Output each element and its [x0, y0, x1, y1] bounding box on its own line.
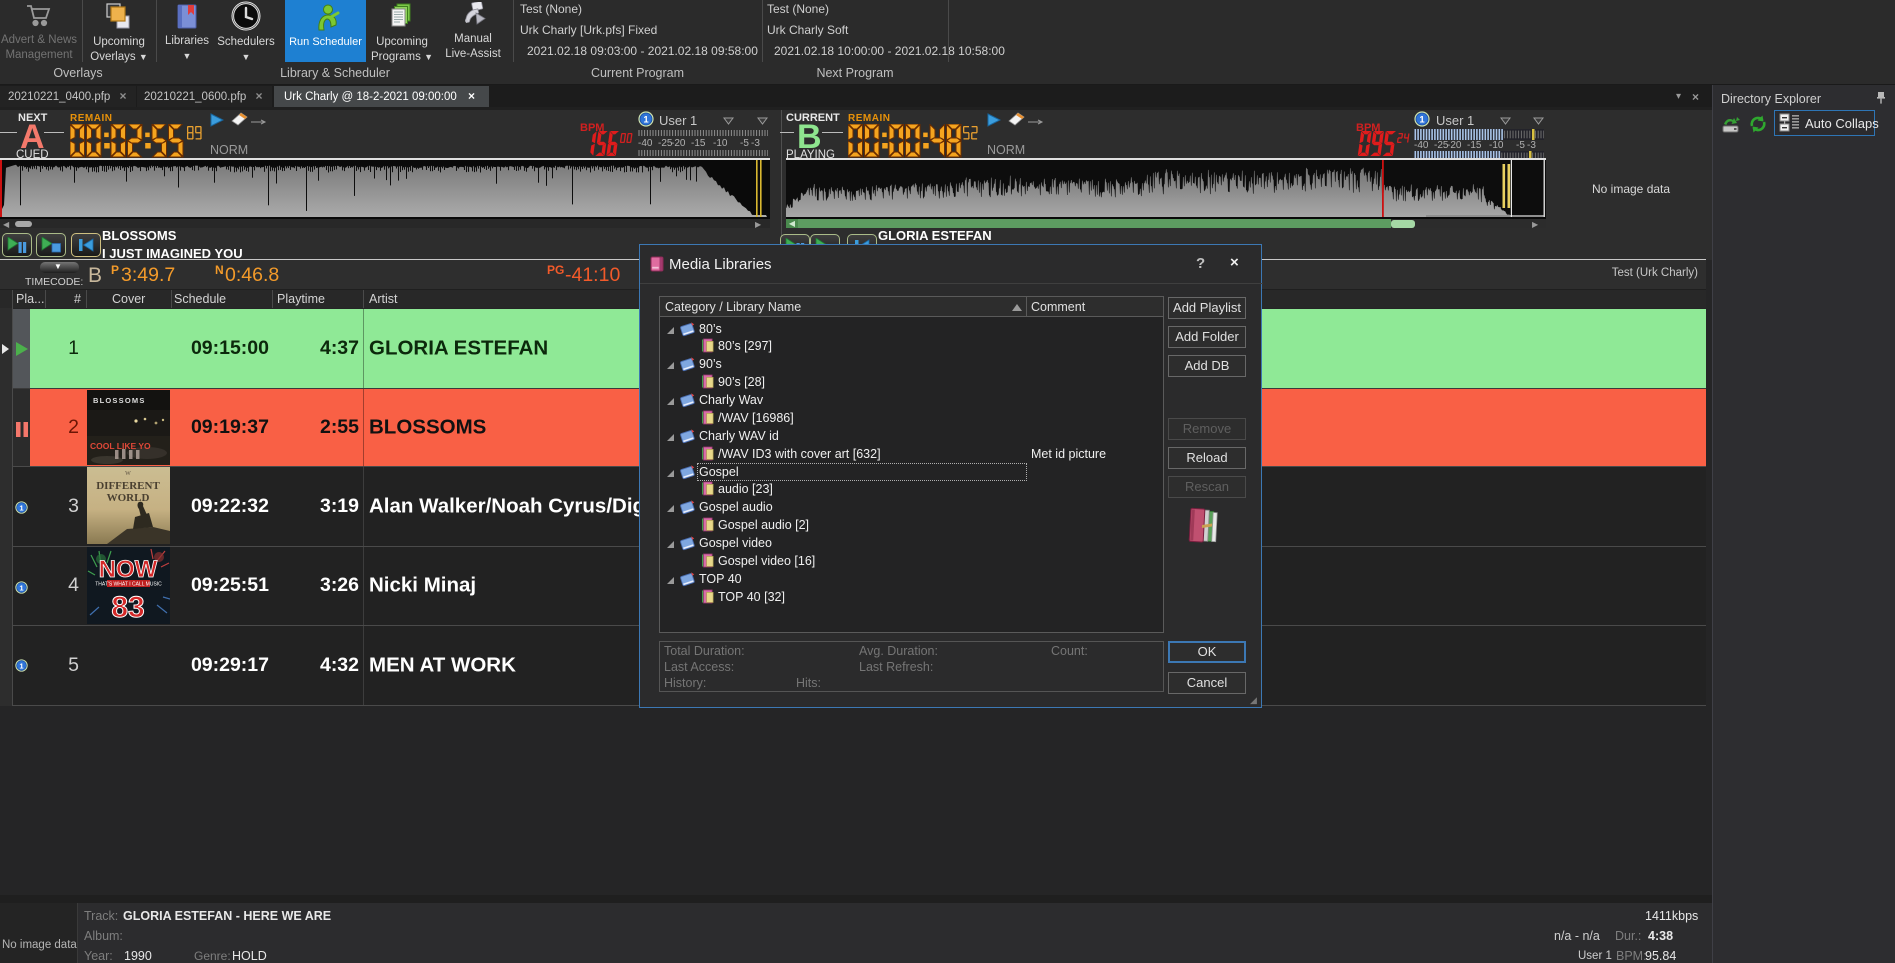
svg-text:1: 1: [643, 114, 649, 125]
svg-text:1: 1: [1419, 114, 1425, 125]
svg-text:NOW: NOW: [99, 556, 158, 583]
svg-text:1: 1: [19, 583, 24, 592]
svg-text:1: 1: [19, 503, 24, 512]
svg-text:1: 1: [19, 661, 24, 670]
svg-text:83: 83: [111, 591, 144, 624]
svg-text:WORLD: WORLD: [107, 492, 150, 504]
svg-text:THAT'S WHAT I CALL MUSIC: THAT'S WHAT I CALL MUSIC: [95, 582, 162, 588]
svg-text:COOL LIKE YO: COOL LIKE YO: [90, 441, 151, 451]
svg-text:W: W: [125, 471, 131, 477]
svg-text:DIFFERENT: DIFFERENT: [96, 480, 160, 492]
svg-text:BLOSSOMS: BLOSSOMS: [93, 396, 146, 405]
